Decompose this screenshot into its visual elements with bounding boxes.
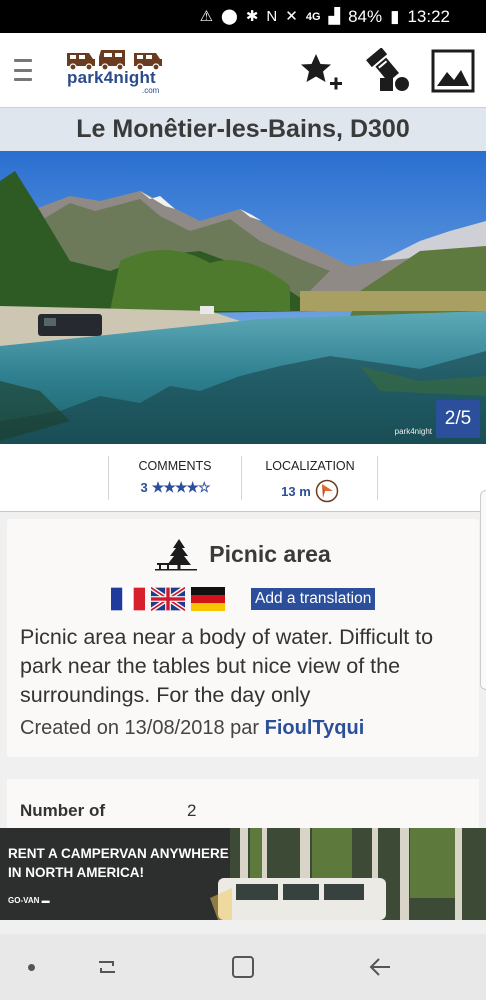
warning-icon: ⚠ [199,8,214,25]
app-bar: park4night .com [0,33,486,108]
system-nav-bar [0,934,486,1000]
add-translation-button[interactable]: Add a translation [251,588,376,610]
ad-brand: GO-VAN ▬ [8,896,50,905]
logo-domain: .com [142,86,160,95]
place-description: Picnic area near a body of water. Diffic… [20,625,434,707]
nfc-icon: N [266,8,278,25]
info-value: 2 [187,801,197,820]
app-root: ⚠ ⬤ ✱ N ✕ 4G ▟ 84% ▮ 13:22 park4night .c… [0,0,486,1000]
place-photo[interactable]: park4night 2/5 [0,151,486,444]
back-icon[interactable] [368,956,392,978]
star-outline-icon: ☆ [197,479,211,495]
ad-banner[interactable]: RENT A CAMPERVAN ANYWHERE IN NORTH AMERI… [0,828,486,920]
battery-icon: ▮ [390,6,400,26]
photo-watermark: park4night [394,427,432,436]
place-title-bar: Le Monêtier-les-Bains, D300 [0,108,486,151]
star-icon: ★ [174,479,188,495]
battery-percent: 84% [348,6,383,26]
logo-text: park4night [67,68,156,87]
localization-label: LOCALIZATION [265,459,355,473]
status-bar: ⚠ ⬤ ✱ N ✕ 4G ▟ 84% ▮ 13:22 [0,0,486,33]
localization-stat[interactable]: LOCALIZATION 13 m [243,456,378,503]
comments-stat[interactable]: COMMENTS 3 ★★★★☆ [108,456,242,500]
park4night-logo[interactable]: park4night .com [64,47,168,95]
landscape-photo [0,151,486,444]
picnic-tree-icon [155,539,198,571]
ad-brand-name: GO-VAN [8,896,40,905]
scroll-handle[interactable] [480,490,486,690]
mute-icon: ✕ [285,8,298,25]
location-icon: ⬤ [221,8,238,25]
comments-count: 3 [140,480,148,495]
uk-flag-icon[interactable] [151,587,185,611]
author-link[interactable]: FioulTyqui [265,717,365,739]
place-title: Le Monêtier-les-Bains, D300 [76,115,410,143]
german-flag-icon[interactable] [191,587,225,611]
star-icon: ★ [151,479,165,495]
compass-icon [315,479,339,503]
photo-gallery-icon[interactable] [430,48,476,94]
shapes-icon[interactable] [366,48,412,94]
language-flags: Add a translation [111,587,376,611]
ad-headline: RENT A CAMPERVAN ANYWHERE IN NORTH AMERI… [8,844,229,882]
info-key: Number of [20,801,105,820]
ad-line-1: RENT A CAMPERVAN ANYWHERE [8,846,229,861]
home-icon[interactable] [232,956,254,978]
van-icon: ▬ [41,896,50,905]
created-info: Created on 13/08/2018 par FioulTyqui [20,717,364,740]
distance-value: 13 m [281,483,311,499]
add-favorite-icon[interactable] [298,48,344,94]
created-date: Created on 13/08/2018 par [20,717,265,739]
network-type: 4G [305,10,321,23]
clock: 13:22 [407,6,450,26]
content-divider [0,920,486,934]
comments-label: COMMENTS [138,459,212,473]
signal-icon: ▟ [328,8,341,25]
ad-line-2: IN NORTH AMERICA! [8,865,144,880]
photo-counter[interactable]: 2/5 [436,400,480,438]
recent-apps-icon[interactable] [96,956,118,978]
french-flag-icon[interactable] [111,587,145,611]
star-icon: ★ [186,479,199,495]
description-card: Picnic area Add a translation Picnic are… [7,519,479,757]
star-icon: ★ [163,479,176,495]
category-header: Picnic area [7,537,479,571]
nav-dot-icon[interactable] [28,964,35,971]
menu-icon[interactable] [14,59,32,81]
rating-stars: ★★★★☆ [151,479,211,496]
category-title: Picnic area [209,540,331,567]
bluetooth-icon: ✱ [245,8,259,25]
stats-bar: COMMENTS 3 ★★★★☆ LOCALIZATION 13 m [0,444,486,512]
